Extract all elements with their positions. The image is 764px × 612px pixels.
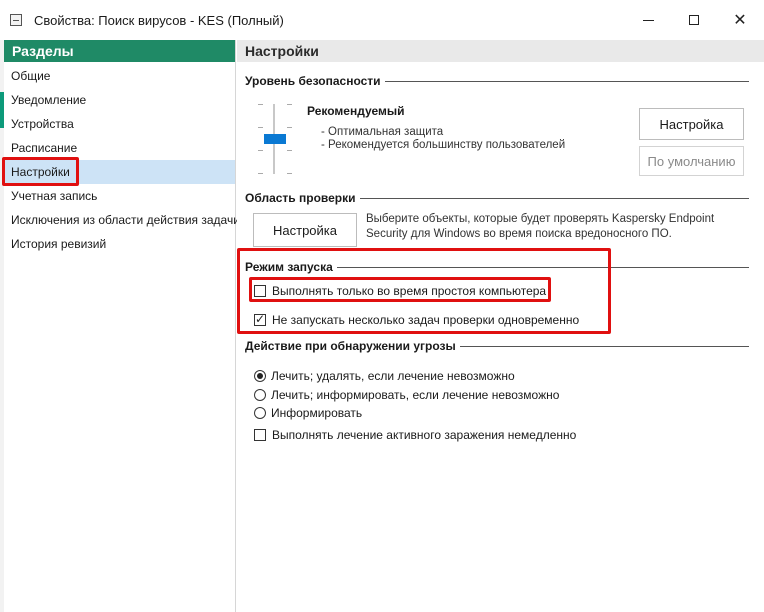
window-app-icon [10,14,22,26]
security-level-desc-1: - Оптимальная защита [321,126,444,138]
sidebar-item-exclusions[interactable]: Исключения из области действия задачи [4,208,240,232]
radio-disinfect-delete-label: Лечить; удалять, если лечение невозможно [271,369,515,383]
sidebar-item-account[interactable]: Учетная запись [4,184,235,208]
sidebar-item-general[interactable]: Общие [4,64,235,88]
radio-inform-label: Информировать [271,406,363,420]
maximize-button[interactable] [676,5,712,35]
security-level-heading: Уровень безопасности [245,74,385,88]
restore-defaults-button[interactable]: По умолчанию [639,146,744,176]
minimize-button[interactable] [630,5,666,35]
window-title: Свойства: Поиск вирусов - KES (Полный) [34,13,284,28]
sidebar-header: Разделы [4,40,235,62]
security-level-title: Рекомендуемый [307,104,405,118]
radio-row-inform[interactable]: Информировать [254,406,362,420]
settings-panel: Настройки Уровень безопасности Рекоменду… [237,40,764,612]
sections-sidebar: Разделы Общие Уведомление Устройства Рас… [2,40,240,612]
close-icon: ✕ [733,10,747,29]
scope-description: Выберите объекты, которые будет проверят… [366,213,715,240]
sidebar-item-revision-history[interactable]: История ревизий [4,232,235,256]
slider-thumb[interactable] [264,134,286,144]
sidebar-item-settings[interactable]: Настройки [2,157,235,186]
security-level-desc-2: - Рекомендуется большинству пользователе… [321,139,566,151]
minimize-icon [642,19,654,21]
radio-disinfect-inform-label: Лечить; информировать, если лечение нево… [271,388,560,402]
sidebar-list: Общие Уведомление Устройства Расписание … [2,64,240,256]
panel-title: Настройки [237,40,764,62]
scope-settings-button[interactable]: Настройка [253,213,357,247]
close-button[interactable]: ✕ [722,5,758,35]
radio-inform[interactable] [254,407,266,419]
highlight-box-idle-option [249,277,551,302]
active-disinfection-label: Выполнять лечение активного заражения не… [272,428,577,442]
security-settings-button[interactable]: Настройка [639,108,744,140]
scan-scope-heading: Область проверки [245,191,360,205]
sidebar-item-notification[interactable]: Уведомление [4,88,235,112]
active-disinfection-checkbox[interactable] [254,429,266,441]
radio-row-disinfect-inform[interactable]: Лечить; информировать, если лечение нево… [254,388,559,402]
radio-disinfect-delete[interactable] [254,370,266,382]
title-bar: Свойства: Поиск вирусов - KES (Полный) ✕ [0,0,764,40]
threat-action-heading: Действие при обнаружении угрозы [245,339,460,353]
radio-disinfect-inform[interactable] [254,389,266,401]
sidebar-item-devices[interactable]: Устройства [4,112,235,136]
active-disinfection-checkbox-row[interactable]: Выполнять лечение активного заражения не… [254,428,576,442]
maximize-icon [689,15,699,25]
radio-row-disinfect-delete[interactable]: Лечить; удалять, если лечение невозможно [254,369,515,383]
highlight-box-settings [2,157,79,186]
